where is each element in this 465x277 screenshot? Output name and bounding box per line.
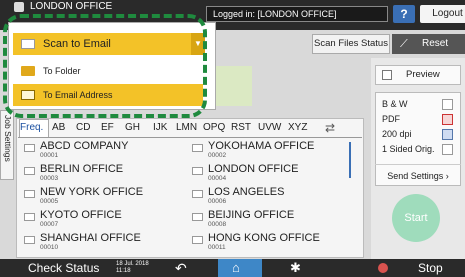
- setting-resolution: 200 dpi: [382, 129, 412, 139]
- entry-number: 00011: [208, 244, 226, 251]
- entry-number: 00001: [40, 152, 59, 159]
- resolution-icon: [442, 129, 453, 140]
- entry-name: ABCD COMPANY: [40, 140, 129, 152]
- start-button[interactable]: Start: [392, 194, 440, 242]
- time: 11:18: [116, 268, 131, 274]
- job-settings-label: Job Settings: [3, 115, 13, 162]
- tabs-divider: [18, 137, 362, 138]
- scrollbar[interactable]: [349, 142, 351, 178]
- list-item[interactable]: BERLIN OFFICE 00003: [22, 163, 177, 185]
- envelope-icon: [24, 213, 35, 221]
- stop-label: Stop: [418, 261, 443, 275]
- check-status-button[interactable]: Check Status: [28, 259, 99, 277]
- send-settings-label: Send Settings: [387, 171, 444, 181]
- tab-opq[interactable]: OPQ: [203, 120, 225, 136]
- entry-number: 00006: [208, 198, 227, 205]
- entry-name: LOS ANGELES: [208, 186, 285, 198]
- help-button[interactable]: ?: [393, 5, 415, 23]
- tab-ijk[interactable]: IJK: [153, 120, 167, 136]
- login-status: Logged in: [LONDON OFFICE]: [206, 6, 388, 22]
- entry-number: 00007: [40, 221, 59, 228]
- chevron-right-icon: ›: [445, 171, 449, 181]
- sort-icon[interactable]: ⇄: [325, 120, 335, 136]
- setting-file-type: PDF: [382, 114, 400, 124]
- preview-toggle[interactable]: Preview: [375, 65, 461, 85]
- reset-icon: ⟋: [400, 38, 408, 50]
- tab-uvw[interactable]: UVW: [258, 120, 281, 136]
- list-item[interactable]: ABCD COMPANY 00001: [22, 140, 177, 162]
- home-icon: ⌂: [232, 260, 240, 275]
- user-icon: [14, 2, 24, 12]
- pdf-icon: [442, 114, 453, 125]
- stop-button[interactable]: Stop: [370, 259, 465, 277]
- color-mode-icon: [442, 99, 453, 110]
- entry-number: 00004: [208, 175, 227, 182]
- entry-name: HONG KONG OFFICE: [208, 232, 320, 244]
- list-item[interactable]: LONDON OFFICE 00004: [190, 163, 345, 185]
- envelope-icon: [192, 190, 203, 198]
- job-settings-tab[interactable]: Job Settings: [0, 110, 14, 180]
- entry-name: YOKOHAMA OFFICE: [208, 140, 315, 152]
- entry-name: BERLIN OFFICE: [40, 163, 124, 175]
- tab-lmn[interactable]: LMN: [176, 120, 197, 136]
- entry-name: SHANGHAI OFFICE: [40, 232, 141, 244]
- setting-sides: 1 Sided Orig.: [382, 144, 435, 154]
- entry-number: 00005: [40, 198, 59, 205]
- tab-ef[interactable]: EF: [101, 120, 114, 136]
- tab-xyz[interactable]: XYZ: [288, 120, 307, 136]
- envelope-icon: [192, 213, 203, 221]
- list-item[interactable]: BEIJING OFFICE 00008: [190, 209, 345, 231]
- sides-icon: [442, 144, 453, 155]
- date: 18 Jul. 2018: [116, 261, 149, 267]
- entry-number: 00002: [208, 152, 227, 159]
- logout-button[interactable]: Logout: [420, 5, 465, 23]
- list-item[interactable]: SHANGHAI OFFICE 00010: [22, 232, 177, 254]
- highlight-annotation: [3, 14, 207, 118]
- stop-icon: [378, 263, 388, 273]
- home-button[interactable]: [218, 259, 262, 277]
- envelope-icon: [192, 167, 203, 175]
- send-settings-button[interactable]: Send Settings ›: [375, 164, 461, 186]
- scan-files-status-button[interactable]: Scan Files Status: [312, 34, 390, 54]
- tab-cd[interactable]: CD: [76, 120, 90, 136]
- tab-freq[interactable]: Freq.: [20, 120, 43, 136]
- entry-number: 00010: [40, 244, 59, 251]
- entry-name: LONDON OFFICE: [208, 163, 299, 175]
- tab-gh[interactable]: GH: [125, 120, 140, 136]
- reset-label: Reset: [422, 38, 449, 49]
- entry-name: BEIJING OFFICE: [208, 209, 295, 221]
- entry-name: NEW YORK OFFICE: [40, 186, 144, 198]
- list-item[interactable]: LOS ANGELES 00006: [190, 186, 345, 208]
- list-item[interactable]: YOKOHAMA OFFICE 00002: [190, 140, 345, 162]
- envelope-icon: [24, 144, 35, 152]
- gear-icon[interactable]: ✱: [290, 259, 301, 277]
- envelope-icon: [24, 167, 35, 175]
- entry-number: 00003: [40, 175, 59, 182]
- list-item[interactable]: NEW YORK OFFICE 00005: [22, 186, 177, 208]
- tab-rst[interactable]: RST: [231, 120, 251, 136]
- checkbox-icon: [382, 70, 392, 80]
- envelope-icon: [24, 190, 35, 198]
- date-time: 18 Jul. 2018 11:18: [116, 261, 149, 275]
- envelope-icon: [24, 236, 35, 244]
- entry-name: KYOTO OFFICE: [40, 209, 122, 221]
- preview-label: Preview: [406, 69, 440, 80]
- entry-number: 00008: [208, 221, 227, 228]
- tab-ab[interactable]: AB: [52, 120, 65, 136]
- reset-button[interactable]: ⟋ Reset: [392, 34, 465, 54]
- list-item[interactable]: HONG KONG OFFICE 00011: [190, 232, 345, 254]
- envelope-icon: [192, 236, 203, 244]
- list-item[interactable]: KYOTO OFFICE 00007: [22, 209, 177, 231]
- setting-color-mode: B & W: [382, 99, 408, 109]
- back-icon[interactable]: ↶: [175, 259, 187, 277]
- envelope-icon: [192, 144, 203, 152]
